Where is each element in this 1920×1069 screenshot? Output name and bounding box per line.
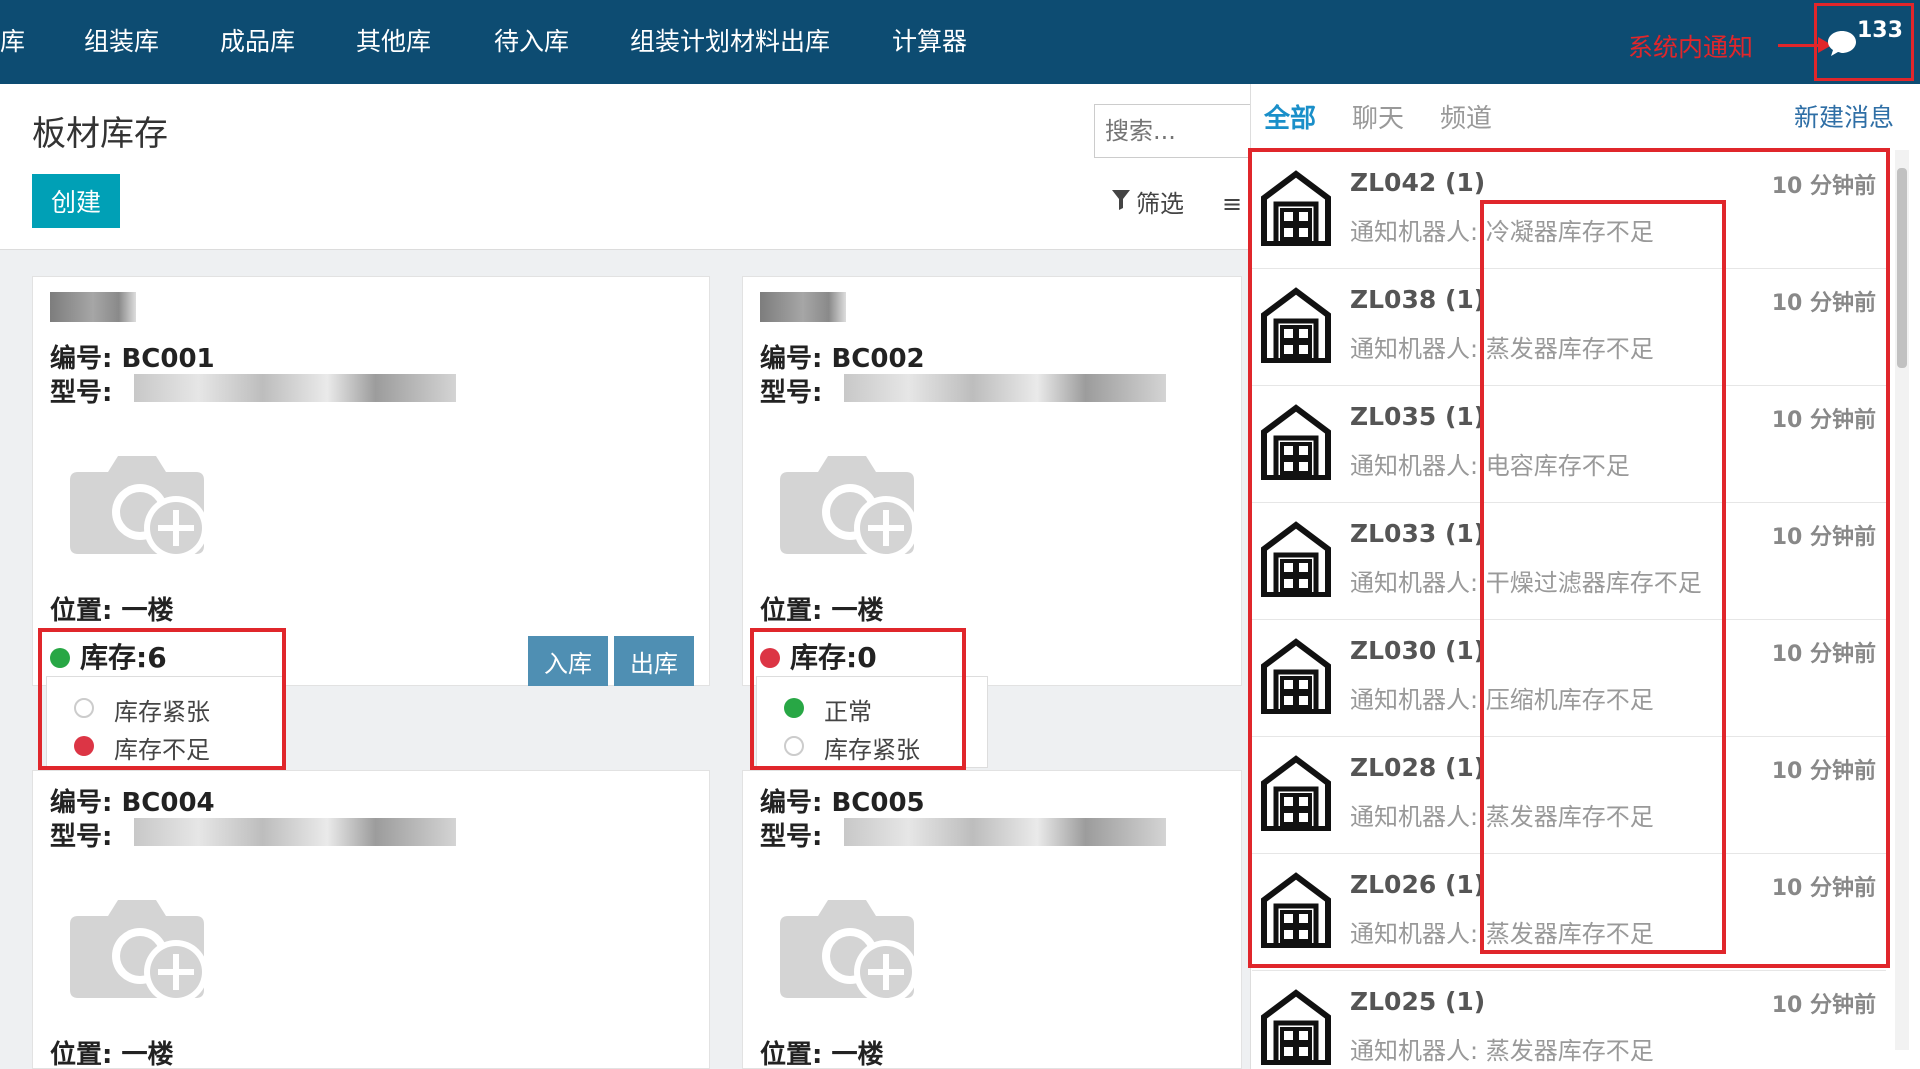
card-code: 编号: BC001 bbox=[50, 344, 215, 374]
filter-icon[interactable] bbox=[1112, 190, 1130, 214]
nav-item-calculator[interactable]: 计算器 bbox=[892, 22, 967, 58]
camera-add-icon[interactable] bbox=[68, 888, 208, 1016]
new-message-button[interactable]: 新建消息 bbox=[1794, 98, 1894, 134]
control-panel bbox=[0, 84, 1250, 250]
scrollbar-thumb[interactable] bbox=[1897, 168, 1907, 368]
warehouse-icon bbox=[1260, 989, 1332, 1069]
highlight-frame bbox=[750, 628, 966, 770]
notification-title: ZL025 (1) bbox=[1350, 987, 1486, 1016]
system-notice-annotation: 系统内通知 bbox=[1628, 33, 1754, 62]
card-model-label: 型号: bbox=[760, 822, 823, 852]
camera-add-icon[interactable] bbox=[68, 444, 208, 572]
card-model-label: 型号: bbox=[760, 378, 823, 408]
message-count-badge: 133 bbox=[1857, 18, 1903, 43]
notification-item[interactable]: ZL025 (1) 10 分钟前通知机器人: 蒸发器库存不足 bbox=[1252, 971, 1886, 1069]
redacted-name bbox=[760, 292, 846, 322]
redacted-model bbox=[844, 374, 1166, 402]
camera-add-icon[interactable] bbox=[778, 444, 918, 572]
list-view-icon[interactable]: ≡ bbox=[1222, 190, 1242, 218]
search-input[interactable] bbox=[1094, 104, 1254, 158]
nav-item-finished[interactable]: 成品库 bbox=[220, 22, 295, 58]
stock-out-button[interactable]: 出库 bbox=[614, 636, 694, 686]
stock-in-button[interactable]: 入库 bbox=[528, 636, 608, 686]
chat-bubble-icon[interactable] bbox=[1826, 28, 1858, 62]
card-code: 编号: BC002 bbox=[760, 344, 925, 374]
card-location: 位置: 一楼 bbox=[760, 1040, 884, 1069]
redacted-model bbox=[134, 374, 456, 402]
tab-chat[interactable]: 聊天 bbox=[1352, 98, 1404, 135]
tab-all[interactable]: 全部 bbox=[1264, 98, 1316, 135]
camera-add-icon[interactable] bbox=[778, 888, 918, 1016]
nav-item-assembly[interactable]: 组装库 bbox=[84, 22, 159, 58]
card-location: 位置: 一楼 bbox=[50, 596, 174, 626]
card-model-label: 型号: bbox=[50, 822, 113, 852]
tab-channel[interactable]: 频道 bbox=[1440, 98, 1492, 135]
create-button[interactable]: 创建 bbox=[32, 174, 120, 228]
nav-item-partial[interactable]: 库 bbox=[0, 22, 25, 58]
redacted-name bbox=[50, 292, 136, 322]
card-code: 编号: BC005 bbox=[760, 788, 925, 818]
highlight-frame bbox=[38, 628, 286, 770]
card-code: 编号: BC004 bbox=[50, 788, 215, 818]
notification-body: 通知机器人: 蒸发器库存不足 bbox=[1350, 1037, 1654, 1065]
nav-item-other[interactable]: 其他库 bbox=[356, 22, 431, 58]
highlight-frame bbox=[1480, 200, 1726, 954]
redacted-model bbox=[844, 818, 1166, 846]
redacted-model bbox=[134, 818, 456, 846]
nav-item-pending[interactable]: 待入库 bbox=[494, 22, 569, 58]
page-title: 板材库存 bbox=[32, 114, 168, 154]
card-location: 位置: 一楼 bbox=[50, 1040, 174, 1069]
nav-item-assembly-plan[interactable]: 组装计划材料出库 bbox=[630, 22, 830, 58]
card-model-label: 型号: bbox=[50, 378, 113, 408]
filter-button[interactable]: 筛选 bbox=[1136, 184, 1184, 219]
card-location: 位置: 一楼 bbox=[760, 596, 884, 626]
notification-time: 10 分钟前 bbox=[1771, 993, 1876, 1018]
